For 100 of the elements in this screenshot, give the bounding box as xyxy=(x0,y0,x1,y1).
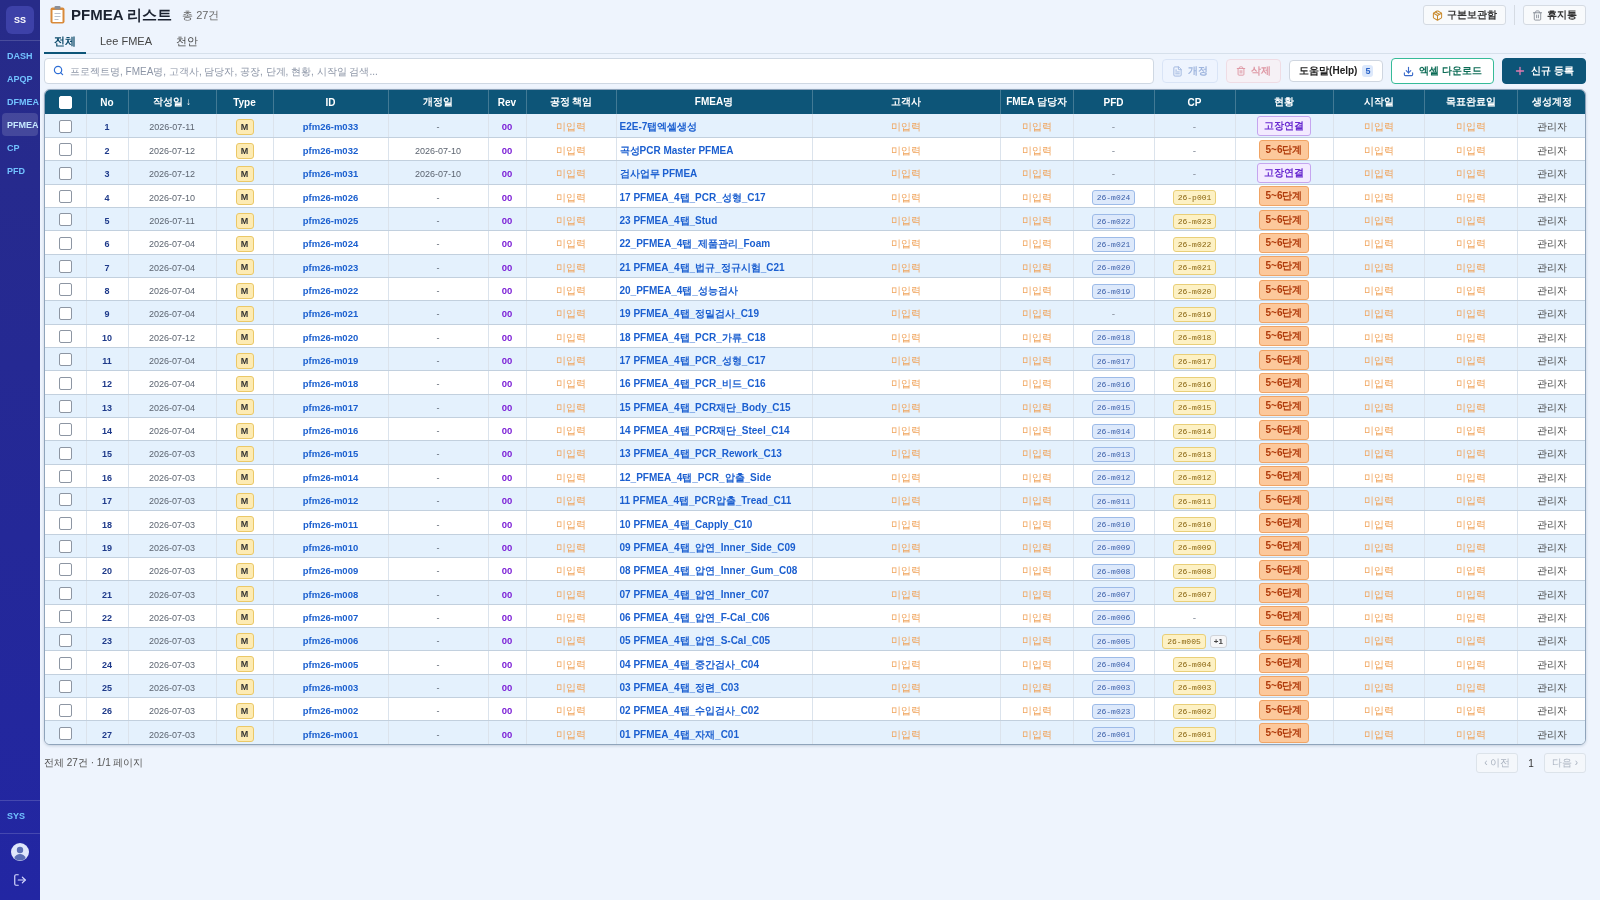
fmea-name-link[interactable]: 16 PFMEA_4탭_PCR_비드_C16 xyxy=(619,378,766,390)
column-header[interactable]: 시작일 xyxy=(1333,90,1424,114)
pfd-tag[interactable]: 26-m016 xyxy=(1091,376,1136,392)
cp-tag[interactable]: 26-m016 xyxy=(1172,376,1217,392)
cp-tag[interactable]: 26-m003 xyxy=(1172,680,1217,696)
create-button[interactable]: 신규 등록 xyxy=(1502,58,1586,84)
id-link[interactable]: pfm26-m031 xyxy=(302,168,359,180)
column-header[interactable]: 생성계정 xyxy=(1517,90,1585,114)
column-header[interactable]: 공정 책임 xyxy=(526,90,616,114)
id-link[interactable]: pfm26-m001 xyxy=(302,728,359,740)
pfd-tag[interactable]: 26-m012 xyxy=(1091,470,1136,486)
row-checkbox[interactable] xyxy=(58,423,72,437)
pfd-tag[interactable]: 26-m008 xyxy=(1091,563,1136,579)
row-checkbox[interactable] xyxy=(58,353,72,367)
column-header[interactable]: 고객사 xyxy=(812,90,1000,114)
pfd-tag[interactable]: 26-m003 xyxy=(1091,680,1136,696)
column-header[interactable]: Rev xyxy=(488,90,526,114)
fmea-name-link[interactable]: 검사업무 PFMEA xyxy=(619,168,698,180)
sidebar-item[interactable]: PFD xyxy=(2,159,38,182)
id-link[interactable]: pfm26-m011 xyxy=(303,518,358,530)
fmea-name-link[interactable]: 07 PFMEA_4탭_압연_Inner_C07 xyxy=(619,588,769,600)
cp-tag[interactable]: 26-m002 xyxy=(1172,703,1217,719)
id-link[interactable]: pfm26-m003 xyxy=(302,681,359,693)
row-checkbox[interactable] xyxy=(58,586,72,600)
id-link[interactable]: pfm26-m005 xyxy=(302,658,359,670)
search-field[interactable]: 프로젝트명, FMEA명, 고객사, 담당자, 공장, 단계, 현황, 시작일 검색... xyxy=(44,58,1155,84)
id-link[interactable]: pfm26-m006 xyxy=(302,635,359,647)
fmea-name-link[interactable]: 02 PFMEA_4탭_수입검사_C02 xyxy=(619,705,759,717)
fmea-name-link[interactable]: 05 PFMEA_4탭_압연_S-Cal_C05 xyxy=(619,635,771,647)
row-checkbox[interactable] xyxy=(58,656,72,670)
cp-tag[interactable]: 26-m008 xyxy=(1172,563,1217,579)
trash-button[interactable]: 휴지통 xyxy=(1523,5,1586,25)
pfd-tag[interactable]: 26-m015 xyxy=(1091,400,1136,416)
id-link[interactable]: pfm26-m032 xyxy=(302,145,359,156)
cp-tag[interactable]: 26-m012 xyxy=(1172,470,1217,486)
cp-tag[interactable]: 26-m023 xyxy=(1172,213,1217,229)
tab[interactable]: 천안 xyxy=(165,30,208,54)
row-checkbox[interactable] xyxy=(58,400,72,414)
column-header[interactable]: PFD xyxy=(1073,90,1154,114)
column-header[interactable]: 작성일 ↓ xyxy=(128,90,216,114)
fmea-name-link[interactable]: 11 PFMEA_4탭_PCR압출_Tread_C11 xyxy=(619,495,792,507)
fmea-name-link[interactable]: 03 PFMEA_4탭_정련_C03 xyxy=(619,681,739,693)
id-link[interactable]: pfm26-m024 xyxy=(302,238,359,250)
cp-tag[interactable]: 26-m011 xyxy=(1172,493,1217,509)
pfd-tag[interactable]: 26-m009 xyxy=(1091,540,1136,556)
id-link[interactable]: pfm26-m015 xyxy=(302,448,359,460)
row-checkbox[interactable] xyxy=(58,540,72,554)
sidebar-item[interactable]: DFMEA xyxy=(2,90,38,113)
logo-badge[interactable]: SS xyxy=(6,6,34,34)
column-header[interactable]: Type xyxy=(216,90,273,114)
column-header[interactable]: FMEA 담당자 xyxy=(1000,90,1073,114)
fmea-name-link[interactable]: E2E-7탭엑셀생성 xyxy=(619,121,698,133)
pfd-tag[interactable]: 26-m021 xyxy=(1091,236,1136,252)
cp-tag[interactable]: 26-m019 xyxy=(1172,306,1217,322)
cp-tag[interactable]: 26-m004 xyxy=(1172,657,1217,673)
id-link[interactable]: pfm26-m019 xyxy=(302,355,359,367)
row-checkbox[interactable] xyxy=(58,306,72,320)
row-checkbox[interactable] xyxy=(58,283,72,297)
pfd-tag[interactable]: 26-m013 xyxy=(1091,447,1136,462)
pfd-tag[interactable]: 26-m005 xyxy=(1091,633,1136,649)
cp-tag[interactable]: 26-m005 xyxy=(1162,633,1206,649)
id-link[interactable]: pfm26-m017 xyxy=(302,401,359,413)
cp-tag[interactable]: 26-m015 xyxy=(1172,400,1217,416)
id-link[interactable]: pfm26-m016 xyxy=(302,425,359,437)
id-link[interactable]: pfm26-m025 xyxy=(302,215,359,227)
fmea-name-link[interactable]: 04 PFMEA_4탭_중간검사_C04 xyxy=(619,658,759,670)
tab[interactable]: Lee FMEA xyxy=(90,30,162,54)
fmea-name-link[interactable]: 17 PFMEA_4탭_PCR_성형_C17 xyxy=(619,355,766,367)
row-checkbox[interactable] xyxy=(58,727,72,741)
id-link[interactable]: pfm26-m026 xyxy=(302,191,359,203)
fmea-name-link[interactable]: 10 PFMEA_4탭_Capply_C10 xyxy=(619,518,753,530)
column-header[interactable]: 현황 xyxy=(1235,90,1333,114)
cp-tag[interactable]: 26-m021 xyxy=(1172,260,1217,276)
help-button[interactable]: 도움말(Help) 5 xyxy=(1289,60,1384,82)
fmea-name-link[interactable]: 20_PFMEA_4탭_성능검사 xyxy=(619,285,738,297)
cp-tag[interactable]: 26-m013 xyxy=(1172,447,1217,462)
pfd-tag[interactable]: 26-m022 xyxy=(1091,213,1136,229)
row-checkbox[interactable] xyxy=(58,563,72,577)
id-link[interactable]: pfm26-m018 xyxy=(302,378,359,390)
pfd-tag[interactable]: 26-m017 xyxy=(1091,353,1136,369)
row-checkbox[interactable] xyxy=(58,236,72,250)
row-checkbox[interactable] xyxy=(58,189,72,203)
sidebar-item[interactable]: CP xyxy=(2,136,38,159)
fmea-name-link[interactable]: 09 PFMEA_4탭_압연_Inner_Side_C09 xyxy=(619,541,796,553)
more-count-badge[interactable]: +1 xyxy=(1209,634,1227,648)
cp-tag[interactable]: 26-m009 xyxy=(1172,540,1217,556)
row-checkbox[interactable] xyxy=(58,330,72,344)
tab[interactable]: 전체 xyxy=(44,30,86,54)
cp-tag[interactable]: 26-m018 xyxy=(1172,330,1217,346)
cp-tag[interactable]: 26-m001 xyxy=(1172,727,1217,743)
pfd-tag[interactable]: 26-m004 xyxy=(1091,657,1136,673)
fmea-name-link[interactable]: 22_PFMEA_4탭_제품관리_Foam xyxy=(619,238,771,250)
id-link[interactable]: pfm26-m012 xyxy=(302,495,359,507)
column-header[interactable]: FMEA명 xyxy=(616,90,812,114)
fmea-name-link[interactable]: 곡성PCR Master PFMEA xyxy=(619,145,734,156)
row-checkbox[interactable] xyxy=(58,516,72,530)
id-link[interactable]: pfm26-m033 xyxy=(302,121,359,133)
logout-icon[interactable] xyxy=(13,873,27,887)
cp-tag[interactable]: 26-m010 xyxy=(1172,517,1217,532)
fmea-name-link[interactable]: 21 PFMEA_4탭_법규_정규시험_C21 xyxy=(619,261,785,273)
